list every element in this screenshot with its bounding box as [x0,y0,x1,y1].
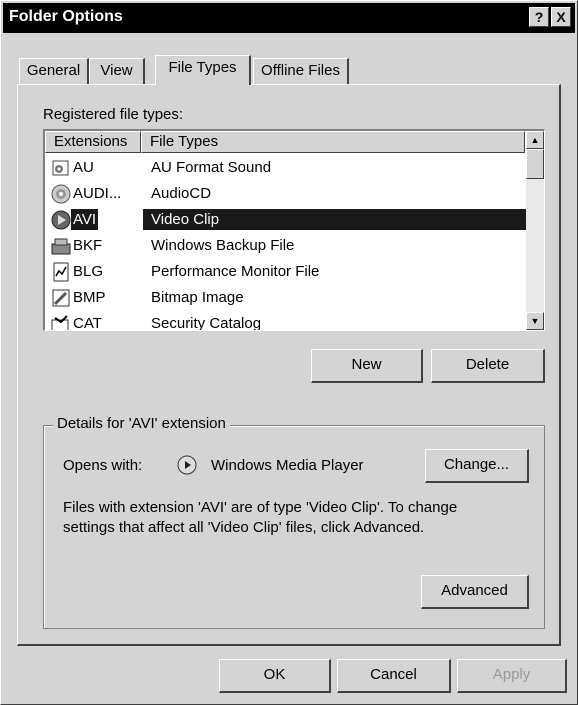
extension-cell: AVI [71,209,99,230]
list-item[interactable]: BKF Windows Backup File [45,233,525,259]
column-header-file-types[interactable]: File Types [141,131,525,153]
file-type-cell: AudioCD [151,185,212,202]
list-item[interactable]: BLG Performance Monitor File [45,259,525,285]
vertical-scrollbar[interactable]: ▲ ▼ [526,131,544,330]
file-type-cell: Security Catalog [151,315,262,331]
close-button[interactable]: X [551,7,571,27]
file-types-list[interactable]: Extensions File Types AU AU Format Sound… [43,129,545,331]
scroll-thumb[interactable] [526,149,544,179]
video-clip-icon [51,210,71,230]
tab-file-types[interactable]: File Types [155,55,251,85]
title-bar[interactable]: Folder Options ? X [3,3,575,33]
details-legend: Details for 'AVI' extension [53,415,230,432]
delete-button-label: Delete [465,356,510,373]
list-item[interactable]: AVI Video Clip [45,207,527,233]
cancel-button[interactable]: Cancel [337,659,451,693]
file-type-cell: AU Format Sound [151,159,272,176]
cancel-button-label: Cancel [370,666,417,683]
change-button-label: Change... [443,456,510,473]
registered-file-types-label: Registered file types: [43,106,184,123]
folder-options-window: Folder Options ? X General View File Typ… [0,0,578,705]
ok-button-label: OK [263,666,286,683]
list-item[interactable]: AU AU Format Sound [45,155,525,181]
cd-audio-icon [51,184,71,204]
sound-file-icon [51,158,71,178]
list-item[interactable]: CAT Security Catalog [45,311,525,331]
extension-cell: AU [73,159,94,176]
extension-cell: BKF [73,237,103,254]
security-catalog-icon [51,314,71,330]
advanced-button[interactable]: Advanced [421,575,529,609]
help-button[interactable]: ? [529,7,549,27]
change-button[interactable]: Change... [425,449,529,483]
apply-button-label: Apply [492,666,531,683]
tab-view[interactable]: View [89,58,145,84]
delete-button[interactable]: Delete [431,349,545,383]
performance-log-icon [51,262,71,282]
window-title: Folder Options [9,8,123,25]
file-type-cell: Windows Backup File [151,237,295,254]
scroll-up-icon[interactable]: ▲ [526,131,544,149]
file-type-cell: Video Clip [143,209,527,230]
file-type-cell: Bitmap Image [151,289,244,306]
extension-cell: BLG [73,263,104,280]
column-header-extensions[interactable]: Extensions [45,131,141,153]
media-player-icon [177,455,197,475]
file-type-cell: Performance Monitor File [151,263,320,280]
description-line-2: settings that affect all 'Video Clip' fi… [63,519,425,536]
extension-cell: BMP [73,289,106,306]
description-line-1: Files with extension 'AVI' are of type '… [63,499,458,516]
tab-general[interactable]: General [19,58,89,84]
new-button-label: New [351,356,382,373]
scroll-down-icon[interactable]: ▼ [526,312,544,330]
ok-button[interactable]: OK [219,659,331,693]
extension-cell: CAT [73,315,102,331]
backup-file-icon [51,236,71,256]
extension-cell: AUDI... [73,185,122,202]
bitmap-image-icon [51,288,71,308]
list-item[interactable]: AUDI... AudioCD [45,181,525,207]
opens-with-label: Opens with: [63,457,143,474]
opens-with-app: Windows Media Player [211,457,364,474]
tab-offline-files[interactable]: Offline Files [253,58,349,84]
advanced-button-label: Advanced [441,582,508,599]
list-item[interactable]: BMP Bitmap Image [45,285,525,311]
new-button[interactable]: New [311,349,423,383]
apply-button[interactable]: Apply [457,659,567,693]
